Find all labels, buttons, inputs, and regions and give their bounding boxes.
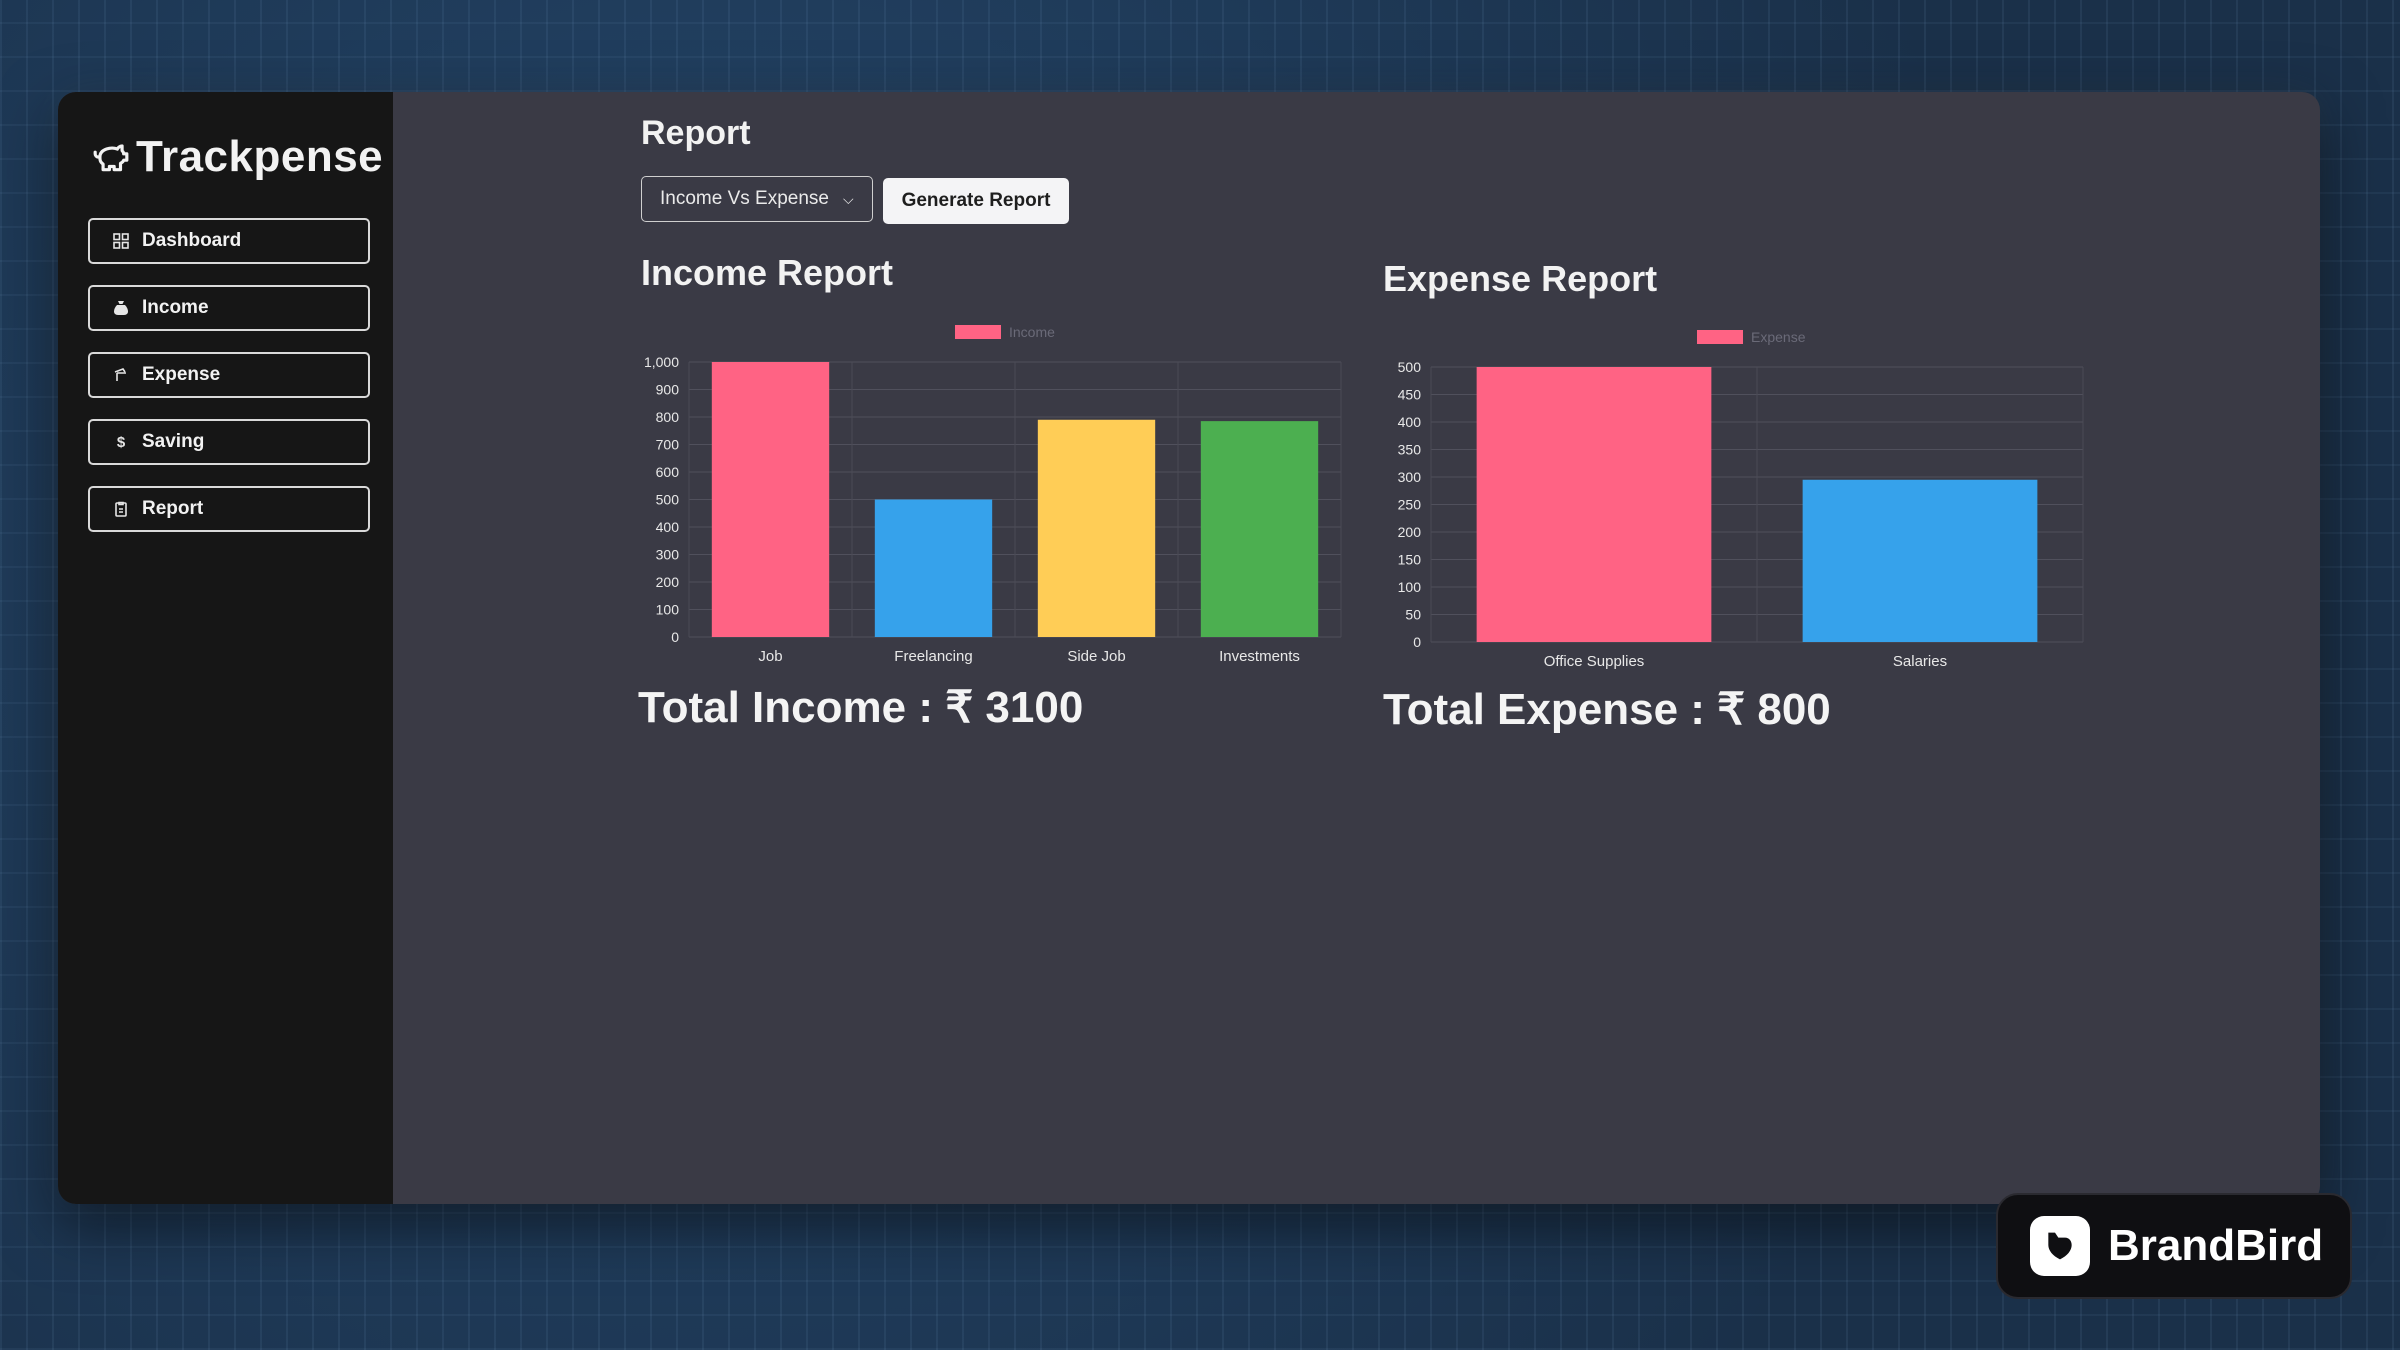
expense-report-title: Expense Report [1383,258,1658,299]
app-name: Trackpense [136,132,384,181]
sidebar-item-income[interactable]: Income [88,285,370,331]
y-tick-label: 700 [656,437,680,453]
x-tick-label: Side Job [1067,648,1125,665]
sidebar-item-label: Saving [142,431,205,452]
y-tick-label: 100 [656,602,680,618]
bar-side-job [1037,419,1156,637]
y-tick-label: 0 [671,629,679,645]
y-tick-label: 1,000 [644,354,679,370]
y-tick-label: 50 [1405,607,1421,623]
brand-logo[interactable]: Trackpense [92,132,383,182]
sidebar-item-label: Income [142,297,209,318]
y-tick-label: 450 [1398,387,1422,403]
sidebar-item-dashboard[interactable]: Dashboard [88,218,370,264]
legend-swatch [955,325,1001,339]
total-income: Total Income : ₹ 3100 [638,683,1084,732]
brandbird-logo-icon [2030,1216,2090,1276]
money-bag-icon [112,299,130,317]
bar-salaries [1802,479,2038,642]
dollar-icon: $ [116,433,126,451]
report-type-select[interactable]: Income Vs Expense ⌵ [641,176,873,222]
bar-office-supplies [1476,367,1712,642]
x-tick-label: Investments [1219,648,1300,665]
bar-job [711,362,830,637]
y-tick-label: 800 [656,409,680,425]
x-tick-label: Salaries [1893,653,1947,670]
generate-report-button[interactable]: Generate Report [883,178,1069,224]
y-tick-label: 250 [1398,497,1422,513]
sidebar-item-report[interactable]: Report [88,486,370,532]
sidebar-item-saving[interactable]: $ Saving [88,419,370,465]
y-tick-label: 400 [656,519,680,535]
x-tick-label: Office Supplies [1544,653,1645,670]
sidebar: Trackpense Dashboard Income Expense $ Sa… [58,92,393,1204]
x-tick-label: Job [758,648,782,665]
x-tick-label: Freelancing [894,648,972,665]
bar-investments [1200,421,1319,637]
dashboard-icon [112,232,130,250]
chevron-down-icon: ⌵ [842,190,854,207]
legend-swatch [1697,330,1743,344]
y-tick-label: 200 [1398,524,1422,540]
y-tick-label: 150 [1398,552,1422,568]
expense-chart: 0 50 100 150 200 250 300 350 400 450 500 Office Sup… [1398,329,2084,670]
income-report-title: Income Report [641,252,894,293]
piggy-bank-icon [93,144,129,172]
main-content: Report Income Vs Expense ⌵ Generate Repo… [393,92,2320,1204]
income-chart: 0 100 200 300 400 500 600 700 800 900 1,000 Job Free… [644,324,1342,665]
y-tick-label: 500 [656,492,680,508]
wallet-icon [112,366,130,384]
bar-freelancing [874,499,993,637]
report-type-value: Income Vs Expense [660,188,829,209]
report-icon [112,500,130,518]
brandbird-text: BrandBird [2108,1221,2324,1270]
y-tick-label: 900 [656,382,680,398]
total-expense: Total Expense : ₹ 800 [1383,685,1831,734]
sidebar-item-label: Report [142,498,204,519]
brandbird-watermark: BrandBird [1996,1193,2352,1299]
sidebar-item-label: Expense [142,364,221,385]
y-tick-label: 400 [1398,414,1422,430]
y-tick-label: 0 [1413,634,1421,650]
y-tick-label: 500 [1398,359,1422,375]
y-tick-label: 200 [656,574,680,590]
y-tick-label: 350 [1398,442,1422,458]
y-tick-label: 100 [1398,579,1422,595]
y-tick-label: 600 [656,464,680,480]
page-title: Report [641,114,751,152]
app-window: Trackpense Dashboard Income Expense $ Sa… [58,92,2320,1204]
legend-label: Income [1009,324,1055,340]
sidebar-item-expense[interactable]: Expense [88,352,370,398]
y-tick-label: 300 [656,547,680,563]
legend-label: Expense [1751,329,1806,345]
y-tick-label: 300 [1398,469,1422,485]
sidebar-item-label: Dashboard [142,230,242,251]
